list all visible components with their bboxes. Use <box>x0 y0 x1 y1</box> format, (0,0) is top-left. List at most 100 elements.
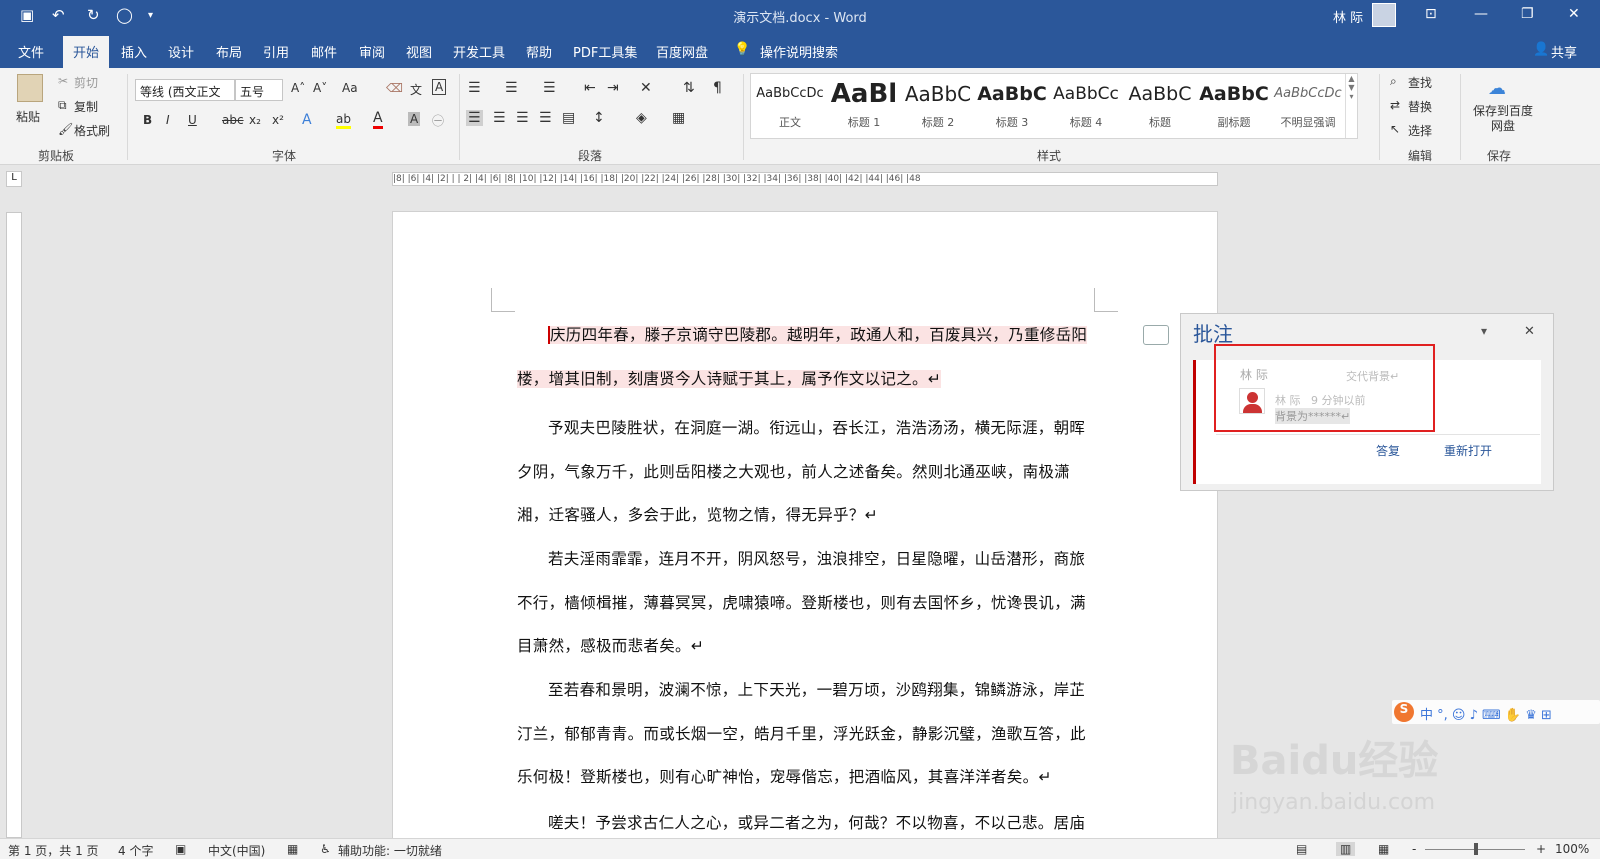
ime-options[interactable]: 中 °, ☺ ♪ ⌨ ✋ ♛ ⊞ <box>1420 704 1552 723</box>
increase-indent-icon[interactable]: ⇥ <box>607 80 619 96</box>
grow-font-icon[interactable]: A˄ <box>291 81 305 95</box>
style-subtitle[interactable]: AaBbC 副标题 <box>1197 74 1271 138</box>
line-spacing-icon[interactable]: ↕ <box>593 110 605 126</box>
clear-format-icon[interactable]: ⌫ <box>386 81 403 95</box>
paragraph-3[interactable]: 若夫淫雨霏霏，连月不开，阴风怒号，浊浪排空，日星隐曜，山岳潜形，商旅不行，樯倾楫… <box>517 538 1089 669</box>
style-title[interactable]: AaBbC 标题 <box>1123 74 1197 138</box>
tab-baidu-netdisk[interactable]: 百度网盘 <box>656 42 708 61</box>
close-icon[interactable]: ✕ <box>1568 6 1580 22</box>
subscript-button[interactable]: x₂ <box>249 113 261 127</box>
tab-layout[interactable]: 布局 <box>216 42 242 61</box>
shading-icon[interactable]: ◈ <box>636 110 647 126</box>
strikethrough-button[interactable]: abc <box>222 113 244 127</box>
paragraph-1[interactable]: 庆历四年春，滕子京谪守巴陵郡。越明年，政通人和，百废具兴，乃重修岳阳楼，增其旧制… <box>517 314 1089 401</box>
paragraph-2[interactable]: 予观夫巴陵胜状，在洞庭一湖。衔远山，吞长江，浩浩汤汤，横无际涯，朝晖夕阴，气象万… <box>517 407 1089 538</box>
find-button[interactable]: 查找 <box>1408 74 1432 91</box>
accessibility-icon[interactable]: ♿ <box>320 842 331 856</box>
document-page[interactable]: 庆历四年春，滕子京谪守巴陵郡。越明年，政通人和，百废具兴，乃重修岳阳楼，增其旧制… <box>392 211 1218 839</box>
underline-button[interactable]: U <box>188 113 197 127</box>
align-right-icon[interactable]: ☰ <box>516 110 529 126</box>
user-name[interactable]: 林 际 <box>1333 7 1363 26</box>
text-effects-icon[interactable]: A <box>302 112 312 128</box>
show-marks-icon[interactable]: ¶ <box>713 80 722 96</box>
proofing-icon[interactable]: ▣ <box>175 842 186 856</box>
char-shading-icon[interactable]: A <box>408 112 421 126</box>
align-center-icon[interactable]: ☰ <box>493 110 506 126</box>
reopen-button[interactable]: 重新打开 <box>1444 442 1492 459</box>
tab-design[interactable]: 设计 <box>168 42 194 61</box>
font-name-combo[interactable]: 等线 (西文正文 <box>135 79 235 101</box>
replace-button[interactable]: 替换 <box>1408 98 1432 115</box>
tab-insert[interactable]: 插入 <box>121 42 147 61</box>
style-heading-3[interactable]: AaBbC 标题 3 <box>975 74 1049 138</box>
restore-icon[interactable]: ❐ <box>1521 6 1534 22</box>
search-hint[interactable]: 操作说明搜索 <box>760 42 838 61</box>
tab-view[interactable]: 视图 <box>406 42 432 61</box>
read-mode-icon[interactable]: ▤ <box>1296 842 1307 856</box>
align-left-icon[interactable]: ☰ <box>466 110 483 126</box>
panel-dropdown-icon[interactable]: ▾ <box>1481 324 1487 338</box>
share-button[interactable]: 共享 <box>1551 42 1577 61</box>
print-layout-icon[interactable]: ▥ <box>1336 842 1356 856</box>
page-count[interactable]: 第 1 页，共 1 页 <box>8 842 99 859</box>
font-size-combo[interactable]: 五号 <box>235 79 283 101</box>
select-button[interactable]: 选择 <box>1408 122 1432 139</box>
highlight-icon[interactable]: ab <box>336 112 351 129</box>
comment-bubble-icon[interactable] <box>1143 325 1169 345</box>
reply-button[interactable]: 答复 <box>1376 442 1400 459</box>
style-subtle-emphasis[interactable]: AaBbCcDc 不明显强调 <box>1271 74 1345 138</box>
justify-icon[interactable]: ☰ <box>539 110 552 126</box>
zoom-slider-thumb[interactable] <box>1474 843 1478 855</box>
tab-file[interactable]: 文件 <box>18 42 44 61</box>
word-count[interactable]: 4 个字 <box>118 842 153 859</box>
language[interactable]: 中文(中国) <box>208 842 265 859</box>
tab-help[interactable]: 帮助 <box>526 42 552 61</box>
char-border-icon[interactable]: A <box>432 79 447 95</box>
italic-button[interactable]: I <box>166 113 170 127</box>
tab-pdf-tools[interactable]: PDF工具集 <box>573 42 637 61</box>
font-color-icon[interactable]: A <box>373 110 383 129</box>
sort-icon[interactable]: ⇅ <box>683 80 695 96</box>
style-normal[interactable]: AaBbCcDc 正文 <box>753 74 827 138</box>
shrink-font-icon[interactable]: A˅ <box>313 81 327 95</box>
paste-icon[interactable] <box>17 74 43 102</box>
style-heading-2[interactable]: AaBbC 标题 2 <box>901 74 975 138</box>
zoom-in-button[interactable]: + <box>1536 842 1546 856</box>
accessibility-status[interactable]: 辅助功能: 一切就绪 <box>338 842 442 859</box>
enclose-char-icon[interactable]: ㊀ <box>432 112 444 129</box>
cut-button[interactable]: 剪切 <box>74 74 98 91</box>
paste-button[interactable]: 粘贴 <box>16 108 40 125</box>
style-heading-4[interactable]: AaBbCc 标题 4 <box>1049 74 1123 138</box>
avatar[interactable] <box>1372 3 1396 27</box>
macro-icon[interactable]: ▦ <box>287 842 298 856</box>
zoom-level[interactable]: 100% <box>1555 842 1589 856</box>
minimize-icon[interactable]: — <box>1474 6 1488 22</box>
sogou-icon[interactable]: S <box>1394 702 1414 722</box>
save-to-netdisk-button[interactable]: 保存到百度网盘 <box>1470 104 1536 134</box>
styles-scroll[interactable]: ▲ ▼ ▾ <box>1345 74 1357 138</box>
ribbon-display-icon[interactable]: ⊡ <box>1425 6 1437 22</box>
tab-home[interactable]: 开始 <box>63 36 110 68</box>
numbering-icon[interactable]: ☰ <box>505 80 518 96</box>
tab-review[interactable]: 审阅 <box>359 42 385 61</box>
bold-button[interactable]: B <box>143 113 152 127</box>
tab-mailings[interactable]: 邮件 <box>311 42 337 61</box>
superscript-button[interactable]: x² <box>272 113 284 127</box>
distributed-icon[interactable]: ▤ <box>562 110 575 126</box>
bullets-icon[interactable]: ☰ <box>468 80 481 96</box>
horizontal-ruler[interactable]: |8| |6| |4| |2| | | 2| |4| |6| |8| |10| … <box>392 172 1218 186</box>
tab-selector[interactable]: L <box>6 171 22 187</box>
copy-button[interactable]: 复制 <box>74 98 98 115</box>
share-icon[interactable]: 👤 <box>1533 42 1549 57</box>
change-case-icon[interactable]: Aa <box>342 81 358 95</box>
vertical-ruler[interactable] <box>6 212 22 838</box>
web-layout-icon[interactable]: ▦ <box>1378 842 1389 856</box>
decrease-indent-icon[interactable]: ⇤ <box>584 80 596 96</box>
style-heading-1[interactable]: AaBl 标题 1 <box>827 74 901 138</box>
format-painter-button[interactable]: 格式刷 <box>74 122 110 139</box>
paragraph-4[interactable]: 至若春和景明，波澜不惊，上下天光，一碧万顷，沙鸥翔集，锦鳞游泳，岸芷汀兰，郁郁青… <box>517 669 1089 800</box>
zoom-out-button[interactable]: - <box>1412 842 1416 856</box>
ime-toolbar[interactable]: S 中 °, ☺ ♪ ⌨ ✋ ♛ ⊞ <box>1392 700 1600 724</box>
chinese-layout-icon[interactable]: ✕ <box>640 80 652 96</box>
tab-developer[interactable]: 开发工具 <box>453 42 505 61</box>
